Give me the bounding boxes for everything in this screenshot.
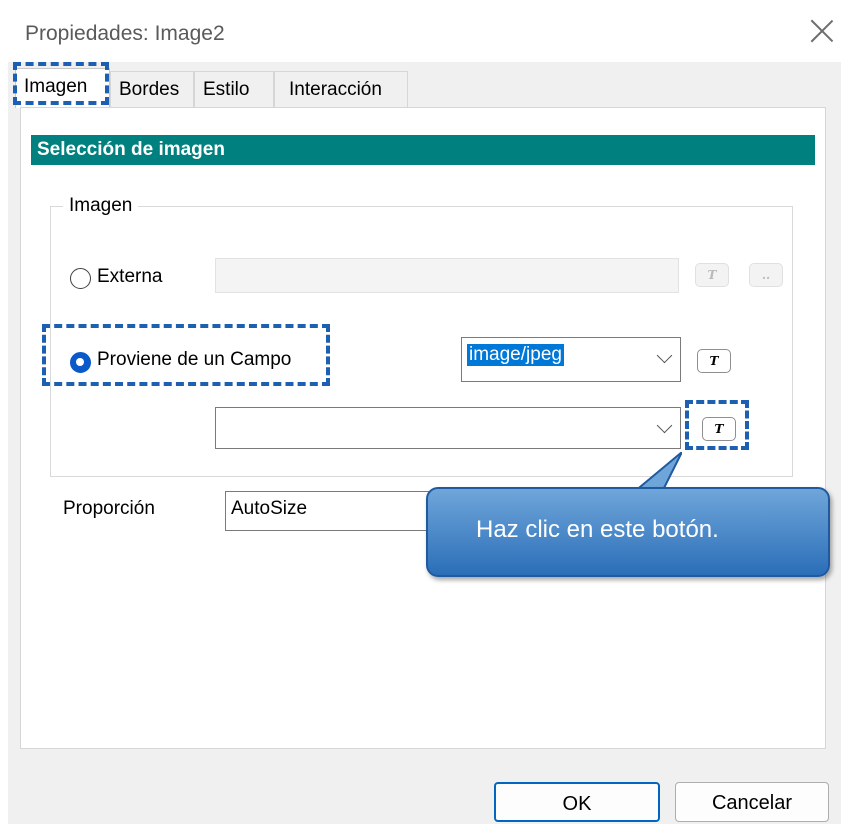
external-expression-button[interactable]: T xyxy=(695,263,729,287)
mime-expression-button[interactable]: T xyxy=(697,349,731,373)
tab-label: Estilo xyxy=(203,79,250,100)
proportion-select[interactable]: AutoSize xyxy=(225,491,455,531)
external-path-input[interactable] xyxy=(215,258,679,293)
callout-pointer xyxy=(632,452,682,492)
field-select[interactable] xyxy=(215,407,681,449)
browse-button[interactable]: .. xyxy=(749,263,783,287)
chevron-down-icon xyxy=(656,417,673,434)
mime-type-select[interactable]: image/jpeg xyxy=(461,337,681,382)
proportion-value: AutoSize xyxy=(231,498,308,519)
tab-highlight-box xyxy=(13,62,109,105)
expression-icon: T xyxy=(707,268,717,282)
tab-bordes[interactable]: Bordes xyxy=(110,71,194,107)
callout-text: Haz clic en este botón. xyxy=(476,516,719,543)
tab-label: Interacción xyxy=(289,79,382,100)
tooltip-callout: Haz clic en este botón. xyxy=(426,487,830,577)
button-highlight-box xyxy=(685,400,749,450)
chevron-down-icon xyxy=(656,347,673,364)
tab-estilo[interactable]: Estilo xyxy=(194,71,274,107)
title-bar: Propiedades: Image2 xyxy=(8,6,841,62)
close-icon[interactable] xyxy=(809,18,835,44)
external-label: Externa xyxy=(97,266,163,287)
expression-icon: T xyxy=(709,354,719,368)
external-radio[interactable] xyxy=(70,268,91,289)
ok-button[interactable]: OK xyxy=(494,782,660,822)
mime-type-value: image/jpeg xyxy=(467,344,564,366)
image-group-label: Imagen xyxy=(63,195,139,217)
tab-label: Bordes xyxy=(119,79,180,100)
field-radio-highlight-box xyxy=(42,324,330,386)
tab-interaccion[interactable]: Interacción xyxy=(274,71,408,107)
proportion-label: Proporción xyxy=(63,498,155,519)
cancel-button[interactable]: Cancelar xyxy=(675,782,829,822)
window-title: Propiedades: Image2 xyxy=(25,22,225,45)
section-header: Selección de imagen xyxy=(31,135,815,165)
ellipsis-icon: .. xyxy=(761,268,771,282)
